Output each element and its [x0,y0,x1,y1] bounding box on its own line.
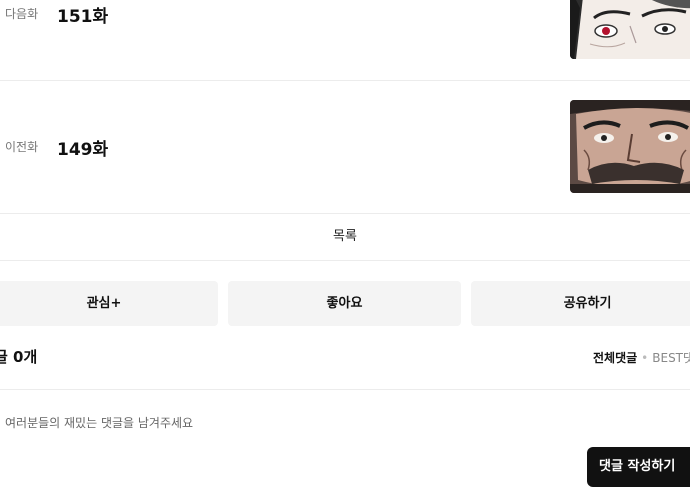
like-button[interactable]: 좋아요 [228,281,461,326]
prev-episode-row[interactable]: 이전화 149화 [0,80,690,214]
sort-separator: • [641,351,649,365]
write-comment-button[interactable]: 댓글 작성하기 [587,447,690,487]
comment-count: 글 0개 [0,348,38,366]
next-episode-thumbnail [570,0,690,59]
prev-episode-tag: 이전화 [5,140,39,154]
prev-episode-title: 149화 [57,140,109,160]
next-episode-title: 151화 [57,7,109,27]
comment-divider [0,389,690,390]
sort-best-tab[interactable]: BEST댓 [652,351,690,365]
list-button[interactable]: 목록 [0,214,690,261]
prev-episode-thumbnail [570,100,690,193]
comment-sort: 전체댓글 • BEST댓 [593,349,690,366]
next-episode-tag: 다음화 [5,7,39,21]
sort-all-tab[interactable]: 전체댓글 [593,351,637,365]
share-button[interactable]: 공유하기 [471,281,690,326]
subscribe-button[interactable]: 관심+ [0,281,218,326]
comment-input[interactable]: 여러분들의 재밌는 댓글을 남겨주세요 [0,406,565,440]
next-episode-row[interactable]: 다음화 151화 [0,0,690,81]
